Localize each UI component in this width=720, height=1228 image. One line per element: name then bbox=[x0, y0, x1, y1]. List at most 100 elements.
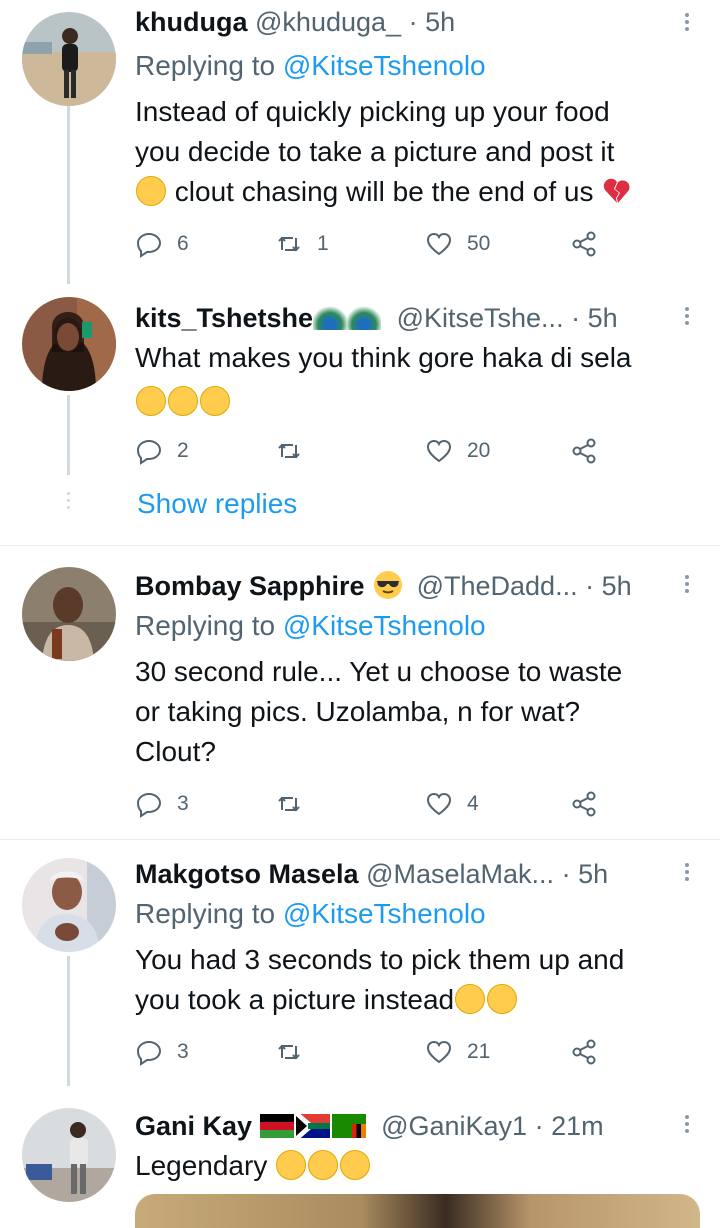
display-name[interactable]: kits_Tshetshe bbox=[135, 303, 313, 333]
share-button[interactable] bbox=[570, 1036, 598, 1068]
reply-button[interactable]: 3 bbox=[135, 1036, 189, 1068]
tweet-text-line: You had 3 seconds to pick them up and bbox=[135, 944, 625, 975]
tweet-text-line: Clout? bbox=[135, 736, 216, 767]
reply-icon bbox=[136, 232, 162, 258]
more-icon[interactable] bbox=[682, 1104, 692, 1144]
reply-count: 3 bbox=[177, 1040, 189, 1063]
tweet-media-image[interactable] bbox=[135, 1194, 700, 1228]
tweet-text: Legendary bbox=[135, 1146, 695, 1186]
tweet-text-line-emoji: clout chasing will be the end of us bbox=[135, 172, 695, 212]
avatar-bombay-sapphire[interactable] bbox=[22, 567, 116, 661]
like-count: 21 bbox=[467, 1040, 491, 1063]
tweet-text-line: Instead of quickly picking up your food bbox=[135, 96, 610, 127]
tweet-header: Bombay Sapphire @TheDadd... · 5h bbox=[135, 566, 660, 606]
separator-dot: · bbox=[561, 859, 571, 889]
tweet-text-line: 30 second rule... Yet u choose to waste bbox=[135, 656, 623, 687]
reply-count: 6 bbox=[177, 232, 189, 255]
tweet-text-line: What makes you think gore haka di sela bbox=[135, 342, 632, 373]
timestamp[interactable]: 21m bbox=[551, 1111, 604, 1141]
thread-gap-dots bbox=[65, 492, 71, 509]
heart-icon bbox=[426, 792, 452, 816]
tweet-text: What makes you think gore haka di sela bbox=[135, 338, 695, 418]
timestamp[interactable]: 5h bbox=[602, 571, 632, 601]
avatar-gani-kay[interactable] bbox=[22, 1108, 116, 1202]
avatar-khuduga[interactable] bbox=[22, 12, 116, 106]
show-replies-link[interactable]: Show replies bbox=[137, 484, 297, 524]
reply-button[interactable]: 6 bbox=[135, 228, 189, 260]
display-name[interactable]: Makgotso Masela bbox=[135, 859, 359, 889]
retweet-icon bbox=[278, 443, 300, 459]
mention-link[interactable]: @KitseTshenolo bbox=[283, 50, 486, 81]
retweet-icon bbox=[278, 796, 300, 812]
user-handle[interactable]: @KitseTshe... bbox=[397, 303, 564, 333]
retweet-button[interactable] bbox=[275, 1036, 303, 1068]
mention-link[interactable]: @KitseTshenolo bbox=[283, 898, 486, 929]
heart-icon bbox=[426, 439, 452, 463]
like-button[interactable]: 4 bbox=[425, 788, 479, 820]
divider bbox=[0, 839, 720, 840]
replying-prefix: Replying to bbox=[135, 898, 276, 929]
timestamp[interactable]: 5h bbox=[425, 7, 455, 37]
more-icon[interactable] bbox=[682, 2, 692, 42]
reply-count: 3 bbox=[177, 792, 189, 815]
pleading-face-icon bbox=[136, 176, 166, 206]
retweet-button[interactable]: 1 bbox=[275, 228, 329, 260]
avatar-kits-tshetshe[interactable] bbox=[22, 297, 116, 391]
broken-heart-icon bbox=[604, 178, 630, 203]
user-handle[interactable]: @GaniKay1 bbox=[381, 1111, 527, 1141]
reply-button[interactable]: 2 bbox=[135, 435, 189, 467]
like-button[interactable]: 20 bbox=[425, 435, 490, 467]
separator-dot: · bbox=[408, 7, 418, 37]
like-button[interactable]: 21 bbox=[425, 1036, 490, 1068]
rofl-face-icon bbox=[308, 1150, 339, 1180]
share-icon bbox=[572, 1039, 596, 1065]
timestamp[interactable]: 5h bbox=[588, 303, 618, 333]
display-name[interactable]: Gani Kay bbox=[135, 1111, 252, 1141]
user-handle[interactable]: @MaselaMak... bbox=[366, 859, 554, 889]
heart-icon bbox=[426, 232, 452, 256]
share-button[interactable] bbox=[570, 788, 598, 820]
user-handle[interactable]: @TheDadd... bbox=[417, 571, 578, 601]
tweet-header: Makgotso Masela @MaselaMak... · 5h bbox=[135, 854, 660, 894]
share-icon bbox=[572, 231, 596, 257]
tweet-text: You had 3 seconds to pick them up and yo… bbox=[135, 940, 695, 1020]
tweet-actions: 3 4 bbox=[135, 788, 615, 820]
rofl-face-icon bbox=[340, 1150, 371, 1180]
like-button[interactable]: 50 bbox=[425, 228, 490, 260]
share-icon bbox=[572, 791, 596, 817]
tweet-text-line: you decide to take a picture and post it bbox=[135, 136, 615, 167]
peacock-icon bbox=[313, 304, 348, 330]
tweet-emoji-row bbox=[135, 378, 695, 418]
more-icon[interactable] bbox=[682, 296, 692, 336]
retweet-button[interactable] bbox=[275, 435, 303, 467]
tweet-text-line: or taking pics. Uzolamba, n for wat? bbox=[135, 696, 581, 727]
reply-count: 2 bbox=[177, 439, 189, 462]
tweet-actions: 6 1 50 bbox=[135, 228, 615, 260]
retweet-button[interactable] bbox=[275, 788, 303, 820]
display-name[interactable]: Bombay Sapphire bbox=[135, 571, 365, 601]
thread-line bbox=[67, 956, 70, 1086]
more-icon[interactable] bbox=[682, 852, 692, 892]
user-handle[interactable]: @khuduga_ bbox=[255, 7, 401, 37]
smirking-face-icon bbox=[136, 386, 166, 416]
more-icon[interactable] bbox=[682, 564, 692, 604]
separator-dot: · bbox=[585, 571, 595, 601]
retweet-count: 1 bbox=[317, 232, 329, 255]
crying-face-icon bbox=[487, 984, 518, 1014]
thread-line bbox=[67, 395, 70, 475]
separator-dot: · bbox=[571, 303, 581, 333]
avatar-makgotso-masela[interactable] bbox=[22, 858, 116, 952]
display-name[interactable]: khuduga bbox=[135, 7, 248, 37]
zambia-flag-icon bbox=[331, 1114, 366, 1138]
replying-to: Replying to @KitseTshenolo bbox=[135, 606, 486, 646]
like-count: 20 bbox=[467, 439, 491, 462]
south-africa-flag-icon bbox=[295, 1114, 330, 1138]
timestamp[interactable]: 5h bbox=[578, 859, 608, 889]
share-button[interactable] bbox=[570, 228, 598, 260]
tweet-header: khuduga @khuduga_ · 5h bbox=[135, 2, 660, 42]
share-button[interactable] bbox=[570, 435, 598, 467]
replying-prefix: Replying to bbox=[135, 610, 276, 641]
mention-link[interactable]: @KitseTshenolo bbox=[283, 610, 486, 641]
reply-button[interactable]: 3 bbox=[135, 788, 189, 820]
malawi-flag-icon bbox=[259, 1114, 294, 1138]
